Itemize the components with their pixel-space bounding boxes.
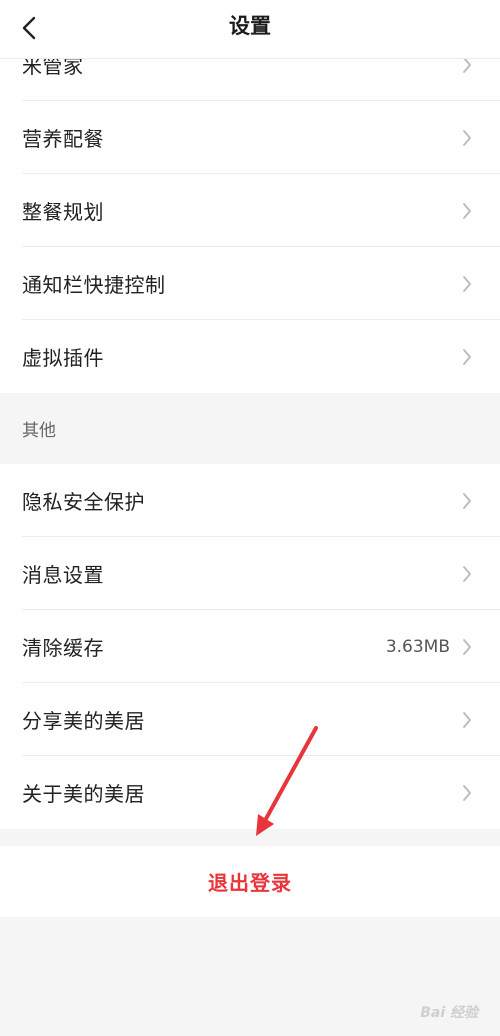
settings-item-label: 整餐规划 [22, 200, 104, 224]
settings-item-message-settings[interactable]: 消息设置 [0, 537, 500, 610]
top-settings-group: 米管家 营养配餐 整餐规划 通知栏快捷控制 虚拟插件 [0, 28, 500, 393]
annotation-arrow-icon [256, 726, 318, 836]
section-header-other: 其他 [0, 393, 500, 464]
logout-button[interactable]: 退出登录 [0, 846, 500, 917]
chevron-right-icon [463, 202, 471, 219]
settings-item-meal-planning[interactable]: 整餐规划 [0, 174, 500, 247]
logout-label: 退出登录 [208, 871, 292, 895]
chevron-right-icon [463, 275, 471, 292]
settings-item-clear-cache[interactable]: 清除缓存 3.63MB [0, 610, 500, 683]
settings-item-label: 清除缓存 [22, 636, 104, 660]
settings-item-label: 关于美的美居 [22, 782, 145, 806]
cache-size-value: 3.63MB [385, 636, 450, 657]
settings-item-label: 虚拟插件 [22, 346, 104, 370]
settings-item-label: 消息设置 [22, 563, 104, 587]
settings-item-privacy-security[interactable]: 隐私安全保护 [0, 464, 500, 537]
section-title: 其他 [22, 421, 56, 441]
page-title: 设置 [229, 14, 271, 38]
chevron-right-icon [463, 638, 471, 655]
chevron-right-icon [463, 711, 471, 728]
top-bar: 设置 [0, 0, 500, 59]
settings-item-label: 分享美的美居 [22, 709, 145, 733]
settings-item-notification-shortcuts[interactable]: 通知栏快捷控制 [0, 247, 500, 320]
settings-item-nutrition-meal[interactable]: 营养配餐 [0, 101, 500, 174]
settings-item-virtual-plugin[interactable]: 虚拟插件 [0, 320, 500, 393]
settings-item-label: 营养配餐 [22, 127, 104, 151]
back-button[interactable] [22, 8, 62, 48]
settings-item-label: 通知栏快捷控制 [22, 273, 166, 297]
chevron-right-icon [463, 129, 471, 146]
chevron-left-icon [22, 16, 36, 40]
watermark: Bai 经验 [420, 1005, 478, 1021]
chevron-right-icon [463, 565, 471, 582]
chevron-right-icon [463, 784, 471, 801]
settings-item-label: 隐私安全保护 [22, 490, 145, 514]
chevron-right-icon [463, 348, 471, 365]
chevron-right-icon [463, 492, 471, 509]
